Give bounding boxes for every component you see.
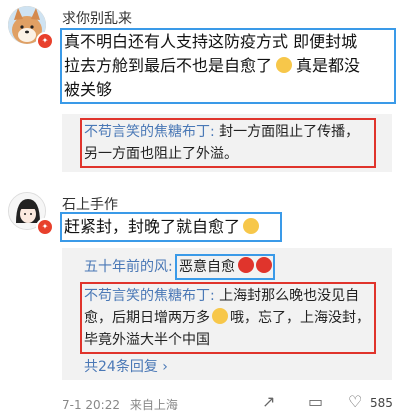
reply-author[interactable]: 不苟言笑的焦糖布丁:	[84, 288, 215, 304]
comment-body-text: 拉去方舱到最后不也是自愈了	[64, 56, 273, 75]
comment-location: 来自上海	[129, 398, 178, 412]
comment-icon[interactable]: ▭	[308, 392, 323, 411]
reply-text: 另一方面也阻止了外溢。	[84, 146, 238, 162]
comment-body-line: 被关够	[64, 80, 113, 99]
sweat-smile-emoji-icon	[212, 308, 228, 324]
comment-body: 真不明白还有人支持这防疫方式 即便封城 拉去方舱到最后不也是自愈了 真是都没 被关…	[64, 30, 394, 102]
reply-author[interactable]: 不苟言笑的焦糖布丁:	[84, 124, 215, 140]
share-icon[interactable]: ↗	[262, 392, 275, 411]
comment-body-text: 真是都没	[296, 56, 361, 75]
like-count: 585	[370, 396, 393, 410]
comment-body-line: 拉去方舱到最后不也是自愈了 真是都没	[64, 54, 394, 78]
reply-text: 恶意自愈	[179, 259, 235, 275]
comment-body-line: 真不明白还有人支持这防疫方式 即便封城	[64, 32, 358, 51]
comment-username[interactable]: 石上手作	[62, 194, 118, 214]
more-replies-link[interactable]: 共24条回复 ›	[84, 356, 168, 378]
reply-author[interactable]: 五十年前的风:	[84, 259, 173, 275]
comment-meta: 7-1 20:22 来自上海	[62, 396, 178, 413]
reply-item[interactable]: 五十年前的风:	[84, 256, 173, 278]
awkward-smile-emoji-icon	[276, 57, 293, 73]
verified-badge-icon: ✦	[36, 32, 54, 50]
comment-username[interactable]: 求你别乱来	[62, 8, 132, 28]
reply-item: 恶意自愈	[179, 256, 272, 278]
comment-body: 赶紧封，封晚了就自愈了	[64, 215, 260, 239]
reply-item[interactable]: 不苟言笑的焦糖布丁: 封一方面阻止了传播， 另一方面也阻止了外溢。	[84, 121, 374, 165]
comment-body-text: 赶紧封，封晚了就自愈了	[64, 217, 241, 236]
reply-item[interactable]: 不苟言笑的焦糖布丁: 上海封那么晚也没见自 愈，后期日增两万多 哦，忘了，上海没封…	[84, 285, 374, 351]
comment-date: 7-1 20:22	[62, 398, 120, 412]
angry-face-emoji-icon	[256, 257, 272, 273]
reply-text: 上海封那么晚也没见自	[214, 288, 360, 304]
like-icon[interactable]: ♡	[348, 392, 362, 411]
reply-text: 毕竟外溢大半个中国	[84, 332, 210, 348]
reply-text: 愈，后期日增两万多	[84, 310, 210, 326]
angry-face-emoji-icon	[238, 257, 254, 273]
laughing-tears-emoji-icon	[243, 218, 260, 234]
verified-badge-icon: ✦	[36, 218, 54, 236]
reply-text: 封一方面阻止了传播，	[214, 124, 360, 140]
reply-text: 哦，忘了，上海没封，	[230, 310, 370, 326]
